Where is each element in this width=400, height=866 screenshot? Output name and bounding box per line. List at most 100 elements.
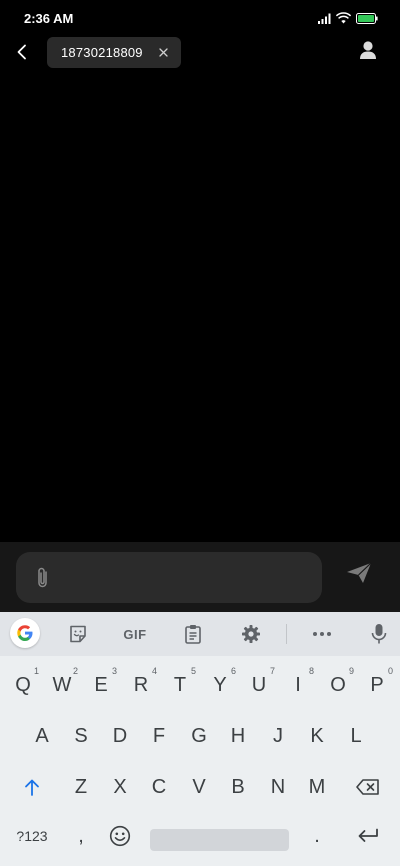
key-y[interactable]: Y6 xyxy=(201,665,239,705)
key-d[interactable]: D xyxy=(101,716,139,756)
send-button[interactable] xyxy=(346,562,374,588)
key-u[interactable]: U7 xyxy=(240,665,278,705)
recipient-chip[interactable]: 18730218809 xyxy=(47,37,181,68)
key-hint: 9 xyxy=(348,666,354,676)
key-k[interactable]: K xyxy=(298,716,336,756)
gif-button[interactable]: GIF xyxy=(120,620,150,648)
keyboard-toolbar: GIF xyxy=(0,612,400,656)
backspace-icon xyxy=(356,779,379,795)
shift-arrow-icon xyxy=(25,779,39,796)
sticker-button[interactable] xyxy=(66,620,90,648)
key-r[interactable]: R4 xyxy=(122,665,160,705)
key-label: I xyxy=(295,673,301,696)
sticker-icon xyxy=(70,625,86,643)
key-hint: 5 xyxy=(190,666,196,676)
attach-button[interactable] xyxy=(35,566,55,590)
key-n[interactable]: N xyxy=(259,767,297,807)
recipient-number: 18730218809 xyxy=(61,45,143,60)
conversation-header: 18730218809 xyxy=(0,34,400,72)
gear-icon xyxy=(242,625,260,643)
wifi-icon xyxy=(336,12,351,24)
key-hint: 1 xyxy=(33,666,39,676)
enter-key[interactable] xyxy=(348,816,388,856)
symbols-key[interactable]: ?123 xyxy=(6,816,58,856)
status-icons xyxy=(318,11,378,25)
key-row-bottom: ?123 , . xyxy=(0,816,400,856)
google-button[interactable] xyxy=(10,618,40,648)
microphone-icon xyxy=(371,624,387,644)
emoji-icon xyxy=(109,825,131,847)
space-key[interactable] xyxy=(146,816,293,856)
comma-key[interactable]: , xyxy=(62,816,100,856)
signal-icon xyxy=(318,13,331,24)
key-l[interactable]: L xyxy=(337,716,375,756)
key-j[interactable]: J xyxy=(259,716,297,756)
key-row-3: Z X C V B N M xyxy=(0,767,400,807)
key-label: E xyxy=(94,673,108,696)
remove-recipient-button[interactable] xyxy=(156,45,170,59)
clipboard-button[interactable] xyxy=(182,620,204,648)
battery-icon xyxy=(356,12,378,24)
key-p[interactable]: P0 xyxy=(358,665,396,705)
key-v[interactable]: V xyxy=(180,767,218,807)
key-hint: 6 xyxy=(230,666,236,676)
contact-button[interactable] xyxy=(359,40,379,62)
key-label: Y xyxy=(213,673,227,696)
key-c[interactable]: C xyxy=(140,767,178,807)
key-row-2: A S D F G H J K L xyxy=(0,716,400,756)
emoji-key[interactable] xyxy=(101,816,139,856)
settings-button[interactable] xyxy=(240,620,262,648)
back-button[interactable] xyxy=(10,38,34,66)
back-arrow-icon xyxy=(17,44,26,60)
key-f[interactable]: F xyxy=(140,716,178,756)
backspace-key[interactable] xyxy=(348,767,388,807)
key-a[interactable]: A xyxy=(23,716,61,756)
key-m[interactable]: M xyxy=(298,767,336,807)
gif-label: GIF xyxy=(123,626,147,642)
key-row-1: Q1 W2 E3 R4 T5 Y6 U7 I8 O9 P0 xyxy=(0,665,400,705)
clipboard-icon xyxy=(185,625,201,644)
key-x[interactable]: X xyxy=(101,767,139,807)
status-bar: 2:36 AM xyxy=(0,0,400,34)
key-hint: 7 xyxy=(269,666,275,676)
key-b[interactable]: B xyxy=(219,767,257,807)
key-s[interactable]: S xyxy=(62,716,100,756)
key-e[interactable]: E3 xyxy=(82,665,120,705)
more-button[interactable] xyxy=(310,620,334,648)
key-t[interactable]: T5 xyxy=(161,665,199,705)
status-time: 2:36 AM xyxy=(24,11,74,26)
google-g-icon xyxy=(17,625,33,641)
key-hint: 2 xyxy=(72,666,78,676)
keyboard: G I F Q 1 W 2 E 3 R 4 T 5 Y 6 U 7 I 8 O 9 … xyxy=(0,612,400,866)
key-g[interactable]: G xyxy=(180,716,218,756)
key-label: T xyxy=(173,673,187,696)
message-list xyxy=(0,72,400,542)
voice-input-button[interactable] xyxy=(369,620,389,648)
contact-person-icon xyxy=(360,41,376,59)
symbols-label: ?123 xyxy=(16,828,48,844)
key-z[interactable]: Z xyxy=(62,767,100,807)
key-label: U xyxy=(251,673,267,696)
key-o[interactable]: O9 xyxy=(319,665,357,705)
key-h[interactable]: H xyxy=(219,716,257,756)
space-bar xyxy=(150,829,289,851)
period-key[interactable]: . xyxy=(298,816,336,856)
send-icon xyxy=(347,562,372,583)
enter-icon xyxy=(358,828,378,842)
key-hint: 4 xyxy=(151,666,157,676)
key-label: W xyxy=(52,673,72,696)
key-hint: 0 xyxy=(387,666,393,676)
message-input[interactable] xyxy=(16,552,322,603)
key-label: Q xyxy=(15,673,31,696)
key-i[interactable]: I8 xyxy=(279,665,317,705)
key-label: O xyxy=(330,673,346,696)
key-q[interactable]: Q1 xyxy=(4,665,42,705)
key-label: P xyxy=(370,673,384,696)
key-label: R xyxy=(133,673,149,696)
key-hint: 8 xyxy=(308,666,314,676)
key-w[interactable]: W2 xyxy=(43,665,81,705)
shift-key[interactable] xyxy=(12,767,52,807)
more-icon xyxy=(313,632,331,636)
close-icon xyxy=(158,47,168,57)
compose-bar xyxy=(0,542,400,612)
